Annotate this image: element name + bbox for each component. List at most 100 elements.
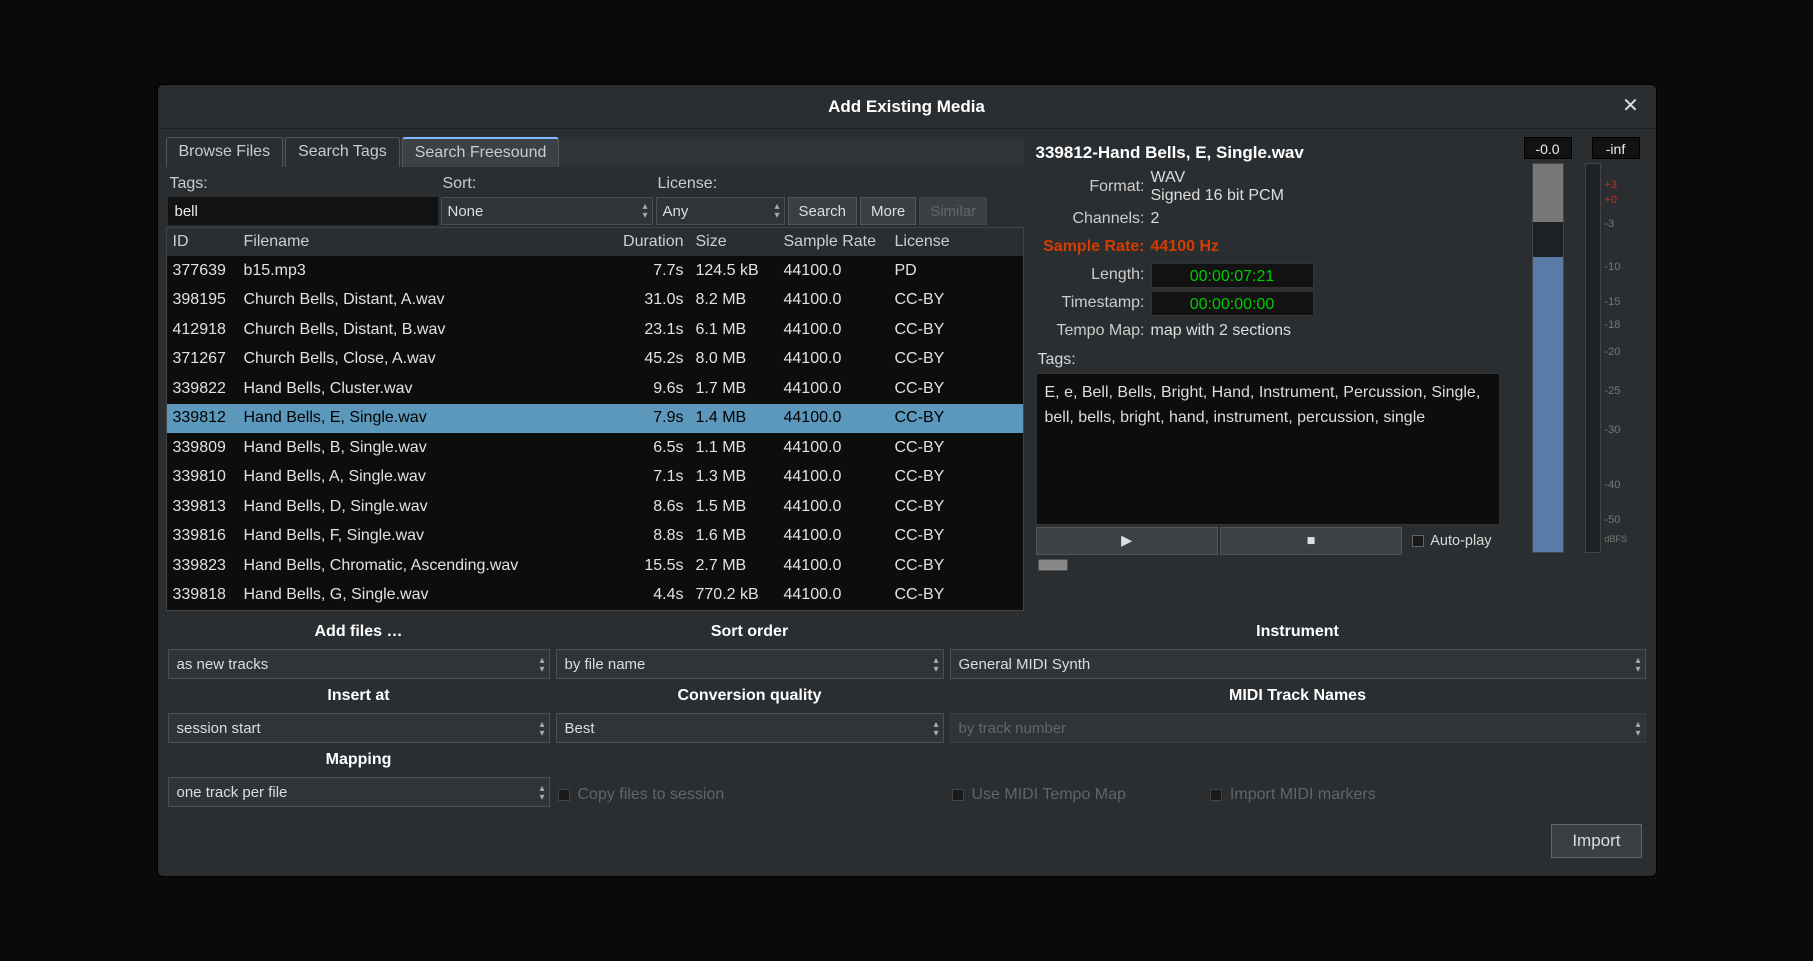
table-row[interactable]: 371267Church Bells, Close, A.wav45.2s8.0…: [167, 345, 1023, 375]
results-table: ID Filename Duration Size Sample Rate Li…: [166, 227, 1024, 611]
length-value: 00:00:07:21: [1151, 263, 1314, 288]
tempo-label: Tempo Map:: [1036, 322, 1151, 340]
table-row[interactable]: 377639b15.mp37.7s124.5 kB44100.0PD: [167, 256, 1023, 286]
midi-names-select: by track number ▴▾: [950, 713, 1646, 743]
sort-label: Sort:: [441, 171, 653, 197]
checkbox-icon: [1412, 535, 1424, 547]
use-midi-tempo-check: Use MIDI Tempo Map: [950, 780, 1128, 810]
checkbox-icon: [952, 789, 964, 801]
table-header: ID Filename Duration Size Sample Rate Li…: [167, 228, 1023, 256]
table-row[interactable]: 339822Hand Bells, Cluster.wav9.6s1.7 MB4…: [167, 374, 1023, 404]
col-duration[interactable]: Duration: [605, 233, 690, 251]
meter-right-bar: [1585, 163, 1601, 553]
copy-files-check: Copy files to session: [556, 780, 944, 810]
format-label: Format:: [1036, 178, 1151, 196]
tab-browse-files[interactable]: Browse Files: [166, 137, 284, 167]
sort-order-select[interactable]: by file name ▴▾: [556, 649, 944, 679]
meter-scale: +3+0-3-10-15-18-20-25-30-40-50dBFS: [1601, 163, 1647, 553]
col-license[interactable]: License: [881, 233, 961, 251]
table-row[interactable]: 339816Hand Bells, F, Single.wav8.8s1.6 M…: [167, 522, 1023, 552]
license-label: License:: [656, 171, 785, 197]
more-button[interactable]: More: [860, 197, 916, 225]
add-files-select[interactable]: as new tracks ▴▾: [168, 649, 550, 679]
table-row[interactable]: 339823Hand Bells, Chromatic, Ascending.w…: [167, 551, 1023, 581]
format-value-1: WAV: [1151, 169, 1284, 187]
autoplay-toggle[interactable]: Auto-play: [1404, 527, 1499, 555]
table-row[interactable]: 412918Church Bells, Distant, B.wav23.1s6…: [167, 315, 1023, 345]
samplerate-label: Sample Rate:: [1036, 238, 1151, 256]
chevron-updown-icon: ▴▾: [933, 720, 938, 738]
chevron-updown-icon: ▴▾: [642, 202, 647, 220]
channels-value: 2: [1151, 210, 1160, 228]
tab-search-freesound[interactable]: Search Freesound: [402, 137, 560, 167]
slider-handle-icon: [1038, 559, 1068, 571]
chevron-updown-icon: ▴▾: [539, 720, 544, 738]
mapping-label: Mapping: [168, 747, 550, 773]
search-row: Tags: Sort: None ▴▾ License: Any: [166, 167, 1024, 227]
insert-at-select[interactable]: session start ▴▾: [168, 713, 550, 743]
stop-button[interactable]: ■: [1220, 527, 1402, 555]
titlebar: Add Existing Media ✕: [158, 85, 1656, 129]
chevron-updown-icon: ▴▾: [539, 784, 544, 802]
table-row[interactable]: 398195Church Bells, Distant, A.wav31.0s8…: [167, 286, 1023, 316]
col-samplerate[interactable]: Sample Rate: [778, 233, 881, 251]
seek-slider[interactable]: [1036, 557, 1500, 573]
tab-search-tags[interactable]: Search Tags: [285, 137, 400, 167]
dialog: Add Existing Media ✕ Browse FilesSearch …: [157, 84, 1657, 877]
sort-order-label: Sort order: [556, 619, 944, 645]
options-area: Add files … as new tracks ▴▾ Insert at s…: [166, 615, 1648, 814]
mapping-select[interactable]: one track per file ▴▾: [168, 777, 550, 807]
autoplay-label: Auto-play: [1430, 533, 1491, 549]
chevron-updown-icon: ▴▾: [774, 202, 779, 220]
footer: Import: [166, 818, 1648, 868]
table-row[interactable]: 339812Hand Bells, E, Single.wav7.9s1.4 M…: [167, 404, 1023, 434]
import-midi-markers-check: Import MIDI markers: [1208, 780, 1378, 810]
play-icon: ▶: [1121, 533, 1132, 549]
length-label: Length:: [1036, 266, 1151, 284]
similar-button: Similar: [919, 197, 987, 225]
chevron-updown-icon: ▴▾: [539, 656, 544, 674]
meter-right-readout: -inf: [1592, 137, 1640, 159]
timestamp-label: Timestamp:: [1036, 294, 1151, 312]
add-files-label: Add files …: [168, 619, 550, 645]
conversion-label: Conversion quality: [556, 683, 944, 709]
tags-input[interactable]: [168, 197, 438, 225]
play-button[interactable]: ▶: [1036, 527, 1218, 555]
instrument-label: Instrument: [950, 619, 1646, 645]
meter-left-readout: -0.0: [1524, 137, 1572, 159]
col-size[interactable]: Size: [690, 233, 778, 251]
search-button[interactable]: Search: [788, 197, 858, 225]
tags-header: Tags:: [1036, 345, 1500, 373]
conversion-select[interactable]: Best ▴▾: [556, 713, 944, 743]
info-panel: 339812-Hand Bells, E, Single.wav Format:…: [1028, 137, 1504, 611]
table-row[interactable]: 339810Hand Bells, A, Single.wav7.1s1.3 M…: [167, 463, 1023, 493]
close-icon[interactable]: ✕: [1620, 95, 1642, 117]
table-row[interactable]: 339813Hand Bells, D, Single.wav8.6s1.5 M…: [167, 492, 1023, 522]
tempo-value: map with 2 sections: [1151, 322, 1292, 340]
col-id[interactable]: ID: [167, 233, 242, 251]
stop-icon: ■: [1307, 533, 1316, 549]
samplerate-value: 44100 Hz: [1151, 238, 1220, 256]
instrument-select[interactable]: General MIDI Synth ▴▾: [950, 649, 1646, 679]
col-filename[interactable]: Filename: [242, 233, 605, 251]
meters: -0.0 -inf +3+0-3-10-15-18-20-25-30-40-50…: [1508, 137, 1648, 611]
tabs: Browse FilesSearch TagsSearch Freesound: [166, 137, 1024, 167]
format-value-2: Signed 16 bit PCM: [1151, 187, 1284, 205]
content: Browse FilesSearch TagsSearch Freesound …: [158, 129, 1656, 876]
tags-area: E, e, Bell, Bells, Bright, Hand, Instrum…: [1036, 373, 1500, 525]
window-title: Add Existing Media: [828, 97, 985, 117]
checkbox-icon: [1210, 789, 1222, 801]
tags-label: Tags:: [168, 171, 438, 197]
table-row[interactable]: 339818Hand Bells, G, Single.wav4.4s770.2…: [167, 581, 1023, 611]
info-title: 339812-Hand Bells, E, Single.wav: [1036, 141, 1500, 169]
import-button[interactable]: Import: [1551, 824, 1641, 858]
sort-select[interactable]: None ▴▾: [441, 197, 653, 225]
chevron-updown-icon: ▴▾: [1635, 656, 1640, 674]
midi-names-label: MIDI Track Names: [950, 683, 1646, 709]
left-panel: Browse FilesSearch TagsSearch Freesound …: [166, 137, 1024, 611]
table-row[interactable]: 339809Hand Bells, B, Single.wav6.5s1.1 M…: [167, 433, 1023, 463]
license-select[interactable]: Any ▴▾: [656, 197, 785, 225]
meter-left-bar: [1532, 163, 1564, 553]
checkbox-icon: [558, 789, 570, 801]
channels-label: Channels:: [1036, 210, 1151, 228]
